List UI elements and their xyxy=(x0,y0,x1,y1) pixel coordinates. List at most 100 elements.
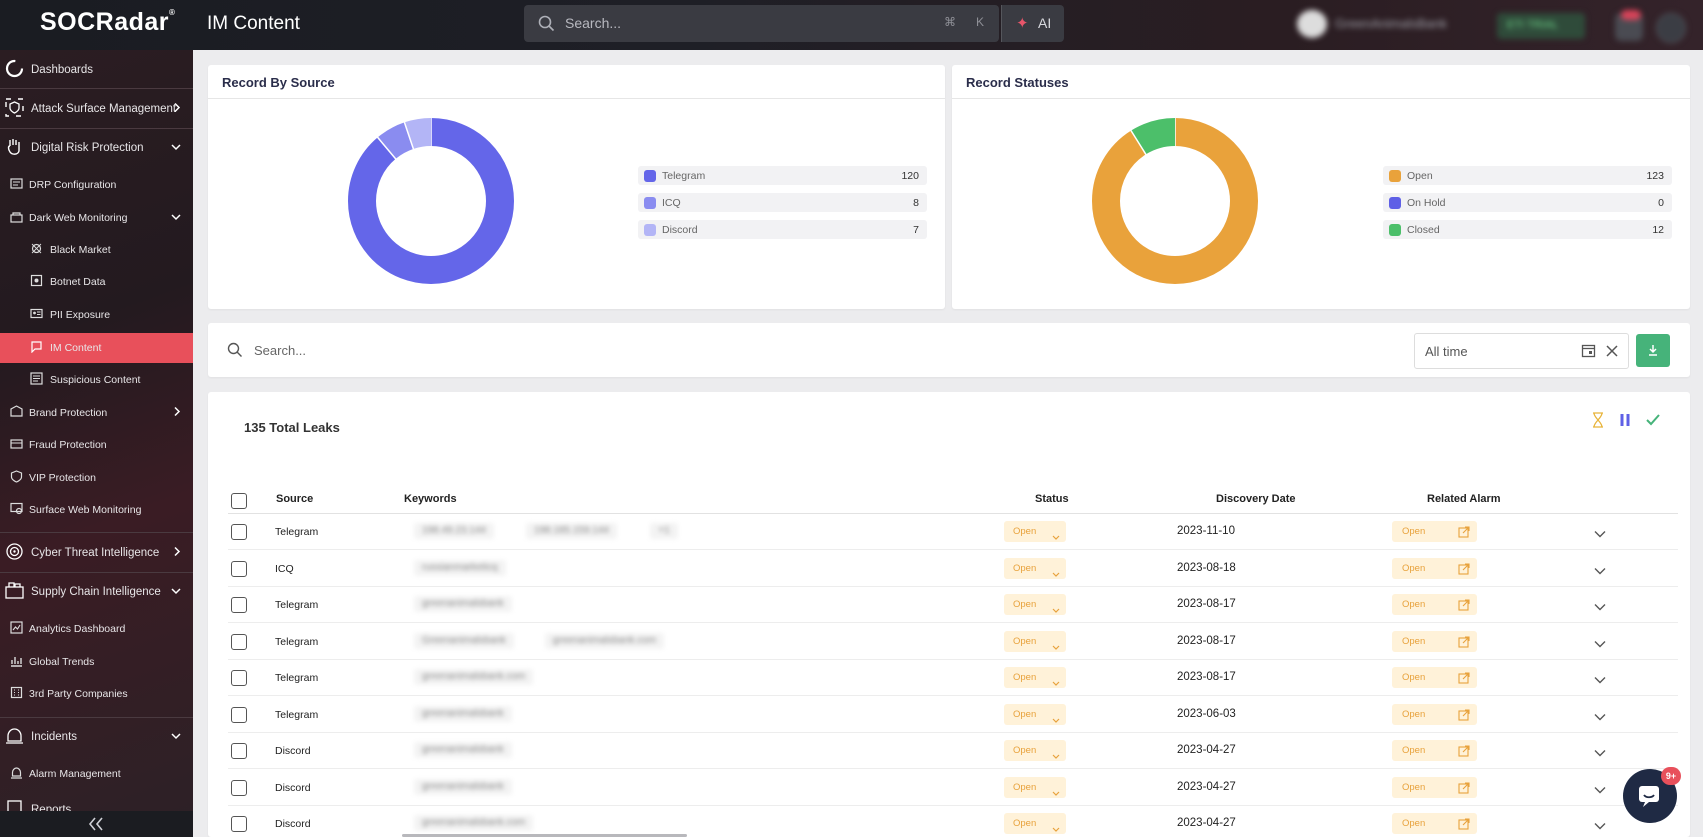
sidebar-item-alarm-management[interactable]: Alarm Management xyxy=(0,759,193,789)
sidebar-item-brand-protection[interactable]: Brand Protection xyxy=(0,398,193,428)
clear-icon[interactable] xyxy=(1605,344,1619,363)
sidebar-item-im-content[interactable]: IM Content xyxy=(0,333,193,363)
status-dropdown[interactable]: Open xyxy=(1004,557,1066,579)
sidebar-item-black-market[interactable]: Black Market xyxy=(0,235,193,265)
keyword-tag[interactable]: russianmarketicq xyxy=(414,559,506,576)
status-dropdown[interactable]: Open xyxy=(1004,740,1066,761)
column-header-related-alarm[interactable]: Related Alarm xyxy=(1427,493,1501,505)
keyword-tag[interactable]: greenanimalsbank.com xyxy=(544,632,665,649)
status-dropdown[interactable]: Open xyxy=(1004,813,1066,834)
download-button[interactable] xyxy=(1636,334,1670,367)
row-checkbox[interactable] xyxy=(231,597,247,613)
keyword-tag[interactable]: greenanimalsbank xyxy=(414,705,512,722)
sidebar-item-attack-surface-management[interactable]: Attack Surface Management xyxy=(0,94,193,124)
calendar-icon[interactable] xyxy=(1581,343,1596,363)
table-row[interactable]: ICQ russianmarketicq Open 2023-08-18 Open xyxy=(228,551,1678,587)
ai-button[interactable]: ✦ AI xyxy=(1001,5,1064,42)
help-chat-button[interactable]: 9+ xyxy=(1623,767,1681,823)
sidebar-item-supply-chain-intelligence[interactable]: Supply Chain Intelligence xyxy=(0,577,193,607)
keyword-tag[interactable]: 198.49.23.144 xyxy=(414,523,494,539)
sidebar-item-vip-protection[interactable]: VIP Protection xyxy=(0,463,193,493)
legend-item-on-hold[interactable]: On Hold 0 xyxy=(1383,193,1672,212)
leaks-search-input[interactable]: Search... xyxy=(254,343,306,358)
related-alarm-link[interactable]: Open xyxy=(1392,630,1477,652)
status-dropdown[interactable]: Open xyxy=(1004,521,1066,542)
row-checkbox[interactable] xyxy=(231,560,247,577)
sidebar-item-pii-exposure[interactable]: PII Exposure xyxy=(0,300,193,330)
row-expand-chevron-icon[interactable] xyxy=(1594,562,1606,580)
sidebar-item-surface-web-monitoring[interactable]: Surface Web Monitoring xyxy=(0,495,193,525)
row-checkbox[interactable] xyxy=(231,706,247,723)
sidebar-item-drp-configuration[interactable]: DRP Configuration xyxy=(0,170,193,200)
row-checkbox[interactable] xyxy=(231,779,247,796)
table-row[interactable]: Telegram 198.49.23.144 198.185.159.144 +1 Op… xyxy=(228,514,1678,550)
trial-badge[interactable]: ETI TRIAL xyxy=(1497,13,1585,39)
legend-item-icq[interactable]: ICQ 8 xyxy=(638,193,927,212)
keyword-tag[interactable]: Greenanimalsbank xyxy=(414,632,514,649)
status-dropdown[interactable]: Open xyxy=(1004,776,1066,798)
keyword-tag[interactable]: greenanimalsbank.com xyxy=(414,669,534,685)
pause-icon[interactable] xyxy=(1619,412,1631,433)
table-row[interactable]: Discord greenanimalsbank.com Open 2023-04-2… xyxy=(228,806,1678,837)
column-header-discovery-date[interactable]: Discovery Date xyxy=(1216,493,1296,505)
row-checkbox[interactable] xyxy=(231,524,247,540)
sidebar-item-3rd-party-companies[interactable]: 3rd Party Companies xyxy=(0,679,193,709)
keyword-tag[interactable]: 198.185.159.144 xyxy=(525,523,617,539)
table-row[interactable]: Telegram Greenanimalsbank greenanimalsbank… xyxy=(228,624,1678,660)
legend-item-closed[interactable]: Closed 12 xyxy=(1383,220,1672,239)
notification-bell-icon[interactable] xyxy=(1615,10,1643,41)
table-row[interactable]: Telegram greenanimalsbank.com Open 2023-08-… xyxy=(228,660,1678,696)
sidebar-collapse-button[interactable] xyxy=(0,811,193,837)
sidebar-item-digital-risk-protection[interactable]: Digital Risk Protection xyxy=(0,133,193,163)
status-dropdown[interactable]: Open xyxy=(1004,703,1066,725)
check-icon[interactable] xyxy=(1645,412,1661,433)
status-dropdown[interactable]: Open xyxy=(1004,667,1066,688)
related-alarm-link[interactable]: Open xyxy=(1392,557,1477,579)
table-row[interactable]: Telegram greenanimalsbank Open 2023-06-03 Op… xyxy=(228,697,1678,733)
row-expand-chevron-icon[interactable] xyxy=(1594,708,1606,726)
donut-slice-telegram[interactable] xyxy=(348,118,514,284)
row-expand-chevron-icon[interactable] xyxy=(1594,525,1606,543)
status-dropdown[interactable]: Open xyxy=(1004,630,1066,652)
related-alarm-link[interactable]: Open xyxy=(1392,776,1477,798)
row-checkbox[interactable] xyxy=(231,743,247,759)
related-alarm-link[interactable]: Open xyxy=(1392,667,1477,688)
status-dropdown[interactable]: Open xyxy=(1004,594,1066,615)
column-header-keywords[interactable]: Keywords xyxy=(404,493,457,505)
table-row[interactable]: Discord greenanimalsbank Open 2023-04-27 Ope… xyxy=(228,770,1678,806)
column-header-status[interactable]: Status xyxy=(1035,493,1069,505)
global-search-input[interactable]: Search... ⌘ K xyxy=(524,5,999,42)
sidebar-item-suspicious-content[interactable]: Suspicious Content xyxy=(0,365,193,395)
row-expand-chevron-icon[interactable] xyxy=(1594,781,1606,799)
row-expand-chevron-icon[interactable] xyxy=(1594,744,1606,762)
row-expand-chevron-icon[interactable] xyxy=(1594,635,1606,653)
keyword-tag[interactable]: +1 xyxy=(650,523,678,539)
legend-item-discord[interactable]: Discord 7 xyxy=(638,220,927,239)
related-alarm-link[interactable]: Open xyxy=(1392,813,1477,834)
keyword-tag[interactable]: greenanimalsbank xyxy=(414,742,512,758)
legend-item-telegram[interactable]: Telegram 120 xyxy=(638,166,927,185)
sidebar-item-incidents[interactable]: Incidents xyxy=(0,722,193,752)
socradar-logo[interactable]: SOCRadar® xyxy=(40,8,175,37)
related-alarm-link[interactable]: Open xyxy=(1392,594,1477,615)
row-expand-chevron-icon[interactable] xyxy=(1594,598,1606,616)
row-checkbox[interactable] xyxy=(231,670,247,686)
legend-item-open[interactable]: Open 123 xyxy=(1383,166,1672,185)
keyword-tag[interactable]: greenanimalsbank xyxy=(414,596,512,612)
row-checkbox[interactable] xyxy=(231,633,247,650)
keyword-tag[interactable]: greenanimalsbank xyxy=(414,778,512,795)
select-all-checkbox[interactable] xyxy=(231,493,247,509)
date-range-picker[interactable]: All time xyxy=(1414,333,1629,369)
sidebar-item-cyber-threat-intelligence[interactable]: Cyber Threat Intelligence xyxy=(0,538,193,568)
row-expand-chevron-icon[interactable] xyxy=(1594,671,1606,689)
related-alarm-link[interactable]: Open xyxy=(1392,703,1477,725)
donut-slice-open[interactable] xyxy=(1092,118,1258,284)
sidebar-item-dashboards[interactable]: Dashboards xyxy=(0,55,193,85)
table-row[interactable]: Discord greenanimalsbank Open 2023-04-27 Ope… xyxy=(228,733,1678,769)
related-alarm-link[interactable]: Open xyxy=(1392,740,1477,761)
sidebar-item-global-trends[interactable]: Global Trends xyxy=(0,647,193,677)
row-expand-chevron-icon[interactable] xyxy=(1594,817,1606,835)
row-checkbox[interactable] xyxy=(231,816,247,832)
sidebar-item-dark-web-monitoring[interactable]: Dark Web Monitoring xyxy=(0,203,193,233)
sidebar-item-botnet-data[interactable]: Botnet Data xyxy=(0,267,193,297)
